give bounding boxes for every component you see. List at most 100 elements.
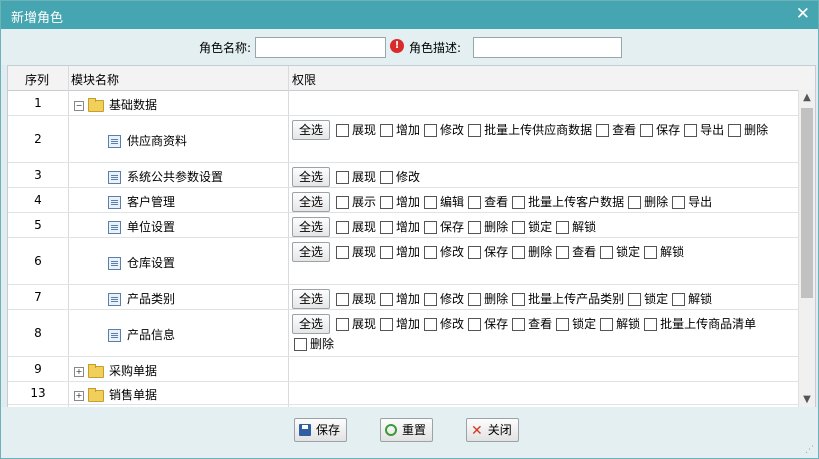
permission-checkbox[interactable] <box>600 317 614 331</box>
expand-icon[interactable]: + <box>74 366 84 377</box>
permission-option[interactable]: 解锁 <box>670 289 712 309</box>
permission-checkbox[interactable] <box>424 245 438 259</box>
permission-checkbox[interactable] <box>336 245 350 259</box>
permission-option[interactable]: 查看 <box>466 192 508 212</box>
permission-option[interactable]: 增加 <box>378 242 420 262</box>
select-all-button[interactable]: 全选 <box>292 191 331 212</box>
module-cell[interactable]: 客户管理 <box>108 193 175 210</box>
permission-checkbox[interactable] <box>424 292 438 306</box>
permission-option[interactable]: 锁定 <box>626 289 668 309</box>
permission-checkbox[interactable] <box>424 220 438 234</box>
permission-checkbox[interactable] <box>628 195 642 209</box>
scroll-down-icon[interactable]: ▼ <box>799 392 815 408</box>
permission-option[interactable]: 增加 <box>378 192 420 212</box>
permission-checkbox[interactable] <box>336 292 350 306</box>
module-cell[interactable]: − 基础数据 <box>74 96 157 113</box>
select-all-button[interactable]: 全选 <box>292 288 331 309</box>
permission-checkbox[interactable] <box>380 317 394 331</box>
permission-checkbox[interactable] <box>336 170 350 184</box>
permission-checkbox[interactable] <box>468 195 482 209</box>
permission-option[interactable]: 增加 <box>378 289 420 309</box>
permission-option[interactable]: 查看 <box>554 242 596 262</box>
permission-option[interactable]: 删除 <box>510 242 552 262</box>
permission-option[interactable]: 删除 <box>466 289 508 309</box>
permission-checkbox[interactable] <box>380 245 394 259</box>
select-all-button[interactable]: 全选 <box>292 166 331 187</box>
resize-grip-icon[interactable]: ⋰ <box>805 445 814 455</box>
permission-option[interactable]: 锁定 <box>510 217 552 237</box>
select-all-button[interactable]: 全选 <box>292 119 331 140</box>
vertical-scrollbar[interactable]: ▲ ▼ <box>798 90 815 408</box>
permission-option[interactable]: 修改 <box>422 242 464 262</box>
permission-option[interactable]: 批量上传供应商数据 <box>466 120 592 140</box>
permission-option[interactable]: 展现 <box>334 217 376 237</box>
permission-option[interactable]: 解锁 <box>554 217 596 237</box>
permission-checkbox[interactable] <box>468 292 482 306</box>
expand-icon[interactable]: + <box>74 390 84 401</box>
permission-option[interactable]: 增加 <box>378 314 420 334</box>
module-cell[interactable]: + 销售单据 <box>74 386 157 403</box>
permission-option[interactable]: 修改 <box>378 167 420 187</box>
permission-option[interactable]: 展现 <box>334 120 376 140</box>
permission-option[interactable]: 批量上传产品类别 <box>510 289 624 309</box>
permission-checkbox[interactable] <box>512 195 526 209</box>
permission-checkbox[interactable] <box>512 245 526 259</box>
permission-option[interactable]: 导出 <box>682 120 724 140</box>
permission-checkbox[interactable] <box>380 195 394 209</box>
permission-checkbox[interactable] <box>380 123 394 137</box>
permission-option[interactable]: 修改 <box>422 314 464 334</box>
permission-option[interactable]: 展现 <box>334 167 376 187</box>
permission-option[interactable]: 展现 <box>334 314 376 334</box>
select-all-button[interactable]: 全选 <box>292 241 331 262</box>
permission-checkbox[interactable] <box>336 220 350 234</box>
permission-checkbox[interactable] <box>628 292 642 306</box>
reset-button[interactable]: 重置 <box>380 418 434 442</box>
permission-option[interactable]: 增加 <box>378 217 420 237</box>
permission-checkbox[interactable] <box>728 123 742 137</box>
role-desc-input[interactable] <box>473 37 622 58</box>
permission-option[interactable]: 删除 <box>626 192 668 212</box>
permission-checkbox[interactable] <box>512 292 526 306</box>
permission-option[interactable]: 批量上传客户数据 <box>510 192 624 212</box>
module-cell[interactable]: + 采购单据 <box>74 362 157 379</box>
permission-checkbox[interactable] <box>424 195 438 209</box>
permission-checkbox[interactable] <box>684 123 698 137</box>
permission-option[interactable]: 展现 <box>334 242 376 262</box>
module-cell[interactable]: 供应商资料 <box>108 132 187 149</box>
permission-checkbox[interactable] <box>336 123 350 137</box>
module-cell[interactable]: 单位设置 <box>108 218 175 235</box>
permission-option[interactable]: 批量上传商品清单 <box>642 314 756 334</box>
permission-option[interactable]: 导出 <box>670 192 712 212</box>
permission-checkbox[interactable] <box>424 317 438 331</box>
permission-checkbox[interactable] <box>468 123 482 137</box>
permission-checkbox[interactable] <box>672 195 686 209</box>
permission-option[interactable]: 展现 <box>334 289 376 309</box>
module-cell[interactable]: 系统公共参数设置 <box>108 168 223 185</box>
close-icon[interactable]: ✕ <box>796 4 810 24</box>
permission-checkbox[interactable] <box>512 220 526 234</box>
permission-checkbox[interactable] <box>468 317 482 331</box>
permission-checkbox[interactable] <box>556 317 570 331</box>
permission-option[interactable]: 锁定 <box>598 242 640 262</box>
module-cell[interactable]: 仓库设置 <box>108 254 175 271</box>
permission-option[interactable]: 保存 <box>466 314 508 334</box>
scroll-thumb[interactable] <box>801 108 813 298</box>
permission-option[interactable]: 解锁 <box>598 314 640 334</box>
permission-checkbox[interactable] <box>512 317 526 331</box>
permission-option[interactable]: 锁定 <box>554 314 596 334</box>
permission-checkbox[interactable] <box>336 195 350 209</box>
permission-checkbox[interactable] <box>380 170 394 184</box>
permission-checkbox[interactable] <box>640 123 654 137</box>
permission-checkbox[interactable] <box>644 317 658 331</box>
permission-checkbox[interactable] <box>294 338 307 351</box>
permission-option[interactable]: 查看 <box>594 120 636 140</box>
permission-option[interactable]: 解锁 <box>642 242 684 262</box>
permission-checkbox[interactable] <box>380 292 394 306</box>
permission-checkbox[interactable] <box>600 245 614 259</box>
save-button[interactable]: 保存 <box>294 418 348 442</box>
permission-option[interactable]: 查看 <box>510 314 552 334</box>
scroll-up-icon[interactable]: ▲ <box>799 90 815 106</box>
select-all-button[interactable]: 全选 <box>292 313 331 334</box>
permission-checkbox[interactable] <box>644 245 658 259</box>
select-all-button[interactable]: 全选 <box>292 216 331 237</box>
